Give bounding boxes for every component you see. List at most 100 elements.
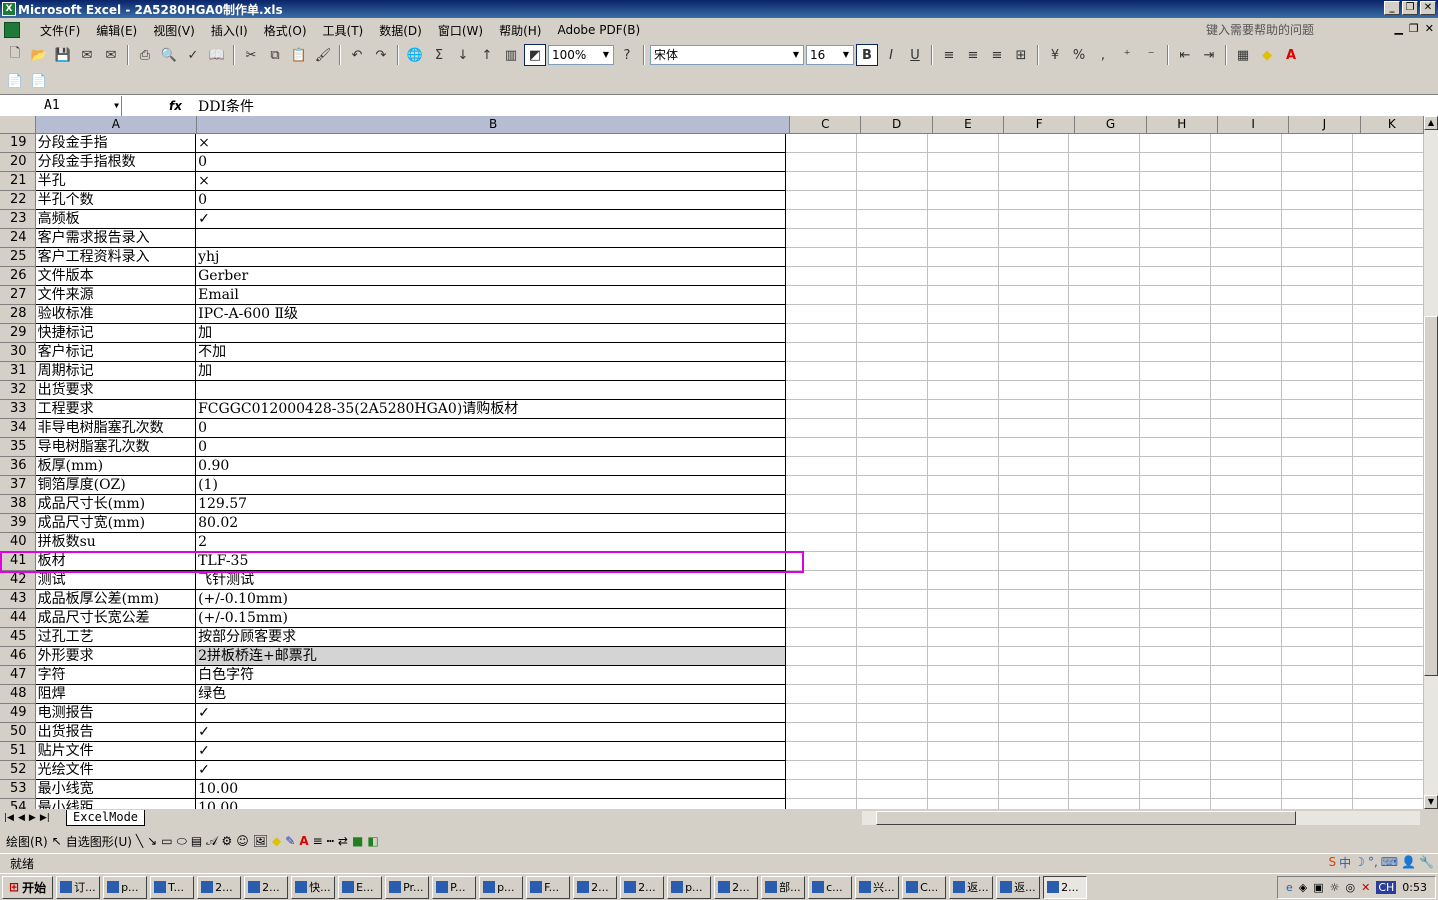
row-header[interactable]: 41 [0,552,36,571]
empty-cell[interactable] [1140,134,1212,153]
empty-cell[interactable] [1069,134,1141,153]
scroll-up-icon[interactable]: ▲ [1424,116,1438,130]
empty-cell[interactable] [998,172,1070,191]
empty-cell[interactable] [927,324,999,343]
cell-value[interactable]: IPC-A-600 Ⅱ级 [196,305,786,324]
empty-cell[interactable] [1211,362,1283,381]
row-header[interactable]: 54 [0,799,36,809]
empty-cell[interactable] [856,647,928,666]
spreadsheet-grid[interactable]: A B C D E F G H I J K 19 分段金手指 × 20 分段金手指根数 0… [0,116,1424,809]
empty-cell[interactable] [927,210,999,229]
cell-value[interactable]: (+/-0.10mm) [196,590,786,609]
empty-cell[interactable] [1140,590,1212,609]
empty-cell[interactable] [1282,305,1354,324]
taskbar-item[interactable]: 快... [291,875,336,899]
empty-cell[interactable] [927,267,999,286]
taskbar-item[interactable]: p... [103,875,148,899]
empty-cell[interactable] [1069,191,1141,210]
empty-cell[interactable] [856,685,928,704]
cell-label[interactable]: 最小线距 [36,799,197,809]
empty-cell[interactable] [1211,134,1283,153]
cell-label[interactable]: 导电树脂塞孔次数 [35,438,197,457]
empty-cell[interactable] [856,495,928,514]
empty-cell[interactable] [785,172,857,191]
empty-cell[interactable] [1069,666,1141,685]
empty-cell[interactable] [1211,305,1283,324]
empty-cell[interactable] [1353,419,1424,438]
scroll-down-icon[interactable]: ▼ [1424,795,1438,809]
empty-cell[interactable] [1282,666,1354,685]
cell-label[interactable]: 周期标记 [35,362,197,381]
ime-language-badge[interactable]: CH [1376,881,1397,894]
empty-cell[interactable] [856,381,928,400]
vertical-scroll-thumb[interactable] [1424,316,1438,676]
decrease-indent-icon[interactable]: ⇤ [1174,44,1196,66]
first-sheet-icon[interactable]: |◀ [4,813,14,823]
empty-cell[interactable] [1140,514,1212,533]
row-header[interactable]: 29 [0,324,36,343]
empty-cell[interactable] [1069,438,1141,457]
empty-cell[interactable] [998,305,1070,324]
empty-cell[interactable] [1353,324,1424,343]
research-icon[interactable]: 📖 [206,44,228,66]
empty-cell[interactable] [927,476,999,495]
new-icon[interactable]: 🗋 [4,44,26,66]
empty-cell[interactable] [1353,723,1424,742]
open-icon[interactable]: 📂 [28,44,50,66]
empty-cell[interactable] [927,495,999,514]
empty-cell[interactable] [998,381,1070,400]
empty-cell[interactable] [1353,210,1424,229]
cell-value[interactable]: yhj [196,248,786,267]
cell-label[interactable]: 成品板厚公差(mm) [35,590,197,609]
empty-cell[interactable] [1282,704,1354,723]
empty-cell[interactable] [1069,419,1141,438]
empty-cell[interactable] [1211,400,1283,419]
cell-label[interactable]: 成品尺寸长宽公差 [35,609,197,628]
taskbar-item[interactable]: 订... [56,875,101,899]
cell-label[interactable]: 出货要求 [35,381,197,400]
empty-cell[interactable] [1353,666,1424,685]
empty-cell[interactable] [856,191,928,210]
taskbar-item[interactable]: 部... [761,875,806,899]
empty-cell[interactable] [1282,343,1354,362]
autosum-icon[interactable]: Σ [428,44,450,66]
empty-cell[interactable] [856,248,928,267]
sheet-tab-excelmode[interactable]: ExcelMode [66,810,146,826]
underline-button[interactable]: U [904,44,926,66]
taskbar-item[interactable]: 返... [949,875,994,899]
row-header[interactable]: 22 [0,191,36,210]
empty-cell[interactable] [1069,571,1141,590]
empty-cell[interactable] [1069,381,1141,400]
column-header-b[interactable]: B [197,116,791,134]
line-color-icon[interactable]: ✎ [285,834,295,848]
empty-cell[interactable] [785,704,857,723]
cell-label[interactable]: 测试 [35,571,197,590]
cell-value[interactable]: 0.90 [196,457,786,476]
align-right-icon[interactable]: ≡ [986,44,1008,66]
cell-value[interactable] [196,229,786,248]
dash-style-icon[interactable]: ┅ [327,834,334,848]
empty-cell[interactable] [1282,210,1354,229]
cell-label[interactable]: 铜箔厚度(OZ) [35,476,197,495]
doc-minimize-icon[interactable]: ▁ [1394,22,1402,35]
empty-cell[interactable] [1353,457,1424,476]
help-search-input[interactable]: 键入需要帮助的问题 [1202,21,1382,39]
cell-label[interactable]: 非导电树脂塞孔次数 [35,419,197,438]
empty-cell[interactable] [785,362,857,381]
empty-cell[interactable] [1282,324,1354,343]
cell-value[interactable]: 0 [196,153,786,172]
empty-cell[interactable] [1353,514,1424,533]
empty-cell[interactable] [1353,438,1424,457]
empty-cell[interactable] [1211,628,1283,647]
empty-cell[interactable] [1069,267,1141,286]
empty-cell[interactable] [785,457,857,476]
empty-cell[interactable] [1140,666,1212,685]
cell-value[interactable]: ✓ [196,742,786,761]
select-all-corner[interactable] [0,116,36,134]
cell-value[interactable]: 2 [196,533,786,552]
empty-cell[interactable] [1211,761,1283,780]
empty-cell[interactable] [1282,742,1354,761]
menu-data[interactable]: 数据(D) [371,22,430,39]
empty-cell[interactable] [998,514,1070,533]
empty-cell[interactable] [1282,419,1354,438]
